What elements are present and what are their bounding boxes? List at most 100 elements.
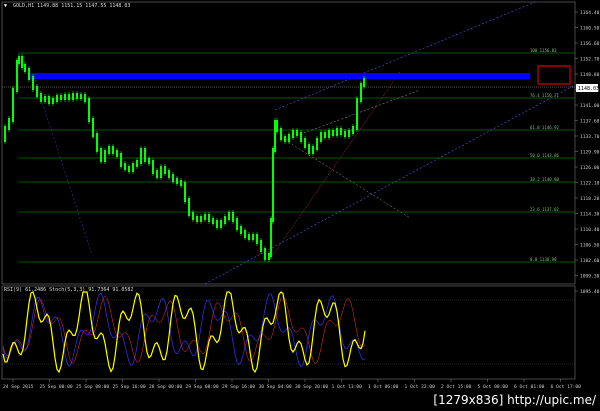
candle-body	[176, 178, 178, 184]
candle-body	[96, 133, 98, 152]
price-tick-label: 1102.60	[580, 258, 600, 264]
candle-body	[260, 240, 262, 252]
candle-body	[116, 150, 118, 157]
candle-body	[272, 148, 274, 222]
candle-body	[244, 230, 246, 238]
candle-body	[360, 83, 362, 102]
candle-body	[48, 96, 50, 104]
candle-body	[100, 148, 102, 162]
candle-body	[192, 212, 194, 220]
current-price-label: 1148.03	[578, 86, 599, 92]
price-tick-label: 1110.40	[580, 227, 600, 233]
candle-body	[52, 98, 54, 104]
candle-body	[264, 248, 266, 260]
candle-body	[228, 212, 230, 220]
candle-body	[240, 226, 242, 234]
price-axis: 1164.401160.501156.601152.701148.801144.…	[575, 10, 600, 295]
price-tick-label: 1133.70	[580, 134, 600, 140]
candle-body	[332, 130, 334, 136]
candle-body	[132, 163, 134, 172]
price-tick-label: 1148.80	[580, 72, 600, 78]
time-tick-label: 30 Sep 04:00	[259, 384, 292, 390]
candle-body	[296, 130, 298, 136]
time-tick-label: 25 Sep 08:00	[76, 384, 109, 390]
candle-body	[292, 130, 294, 138]
fib-level-label: 23.6 1137.02	[530, 207, 559, 212]
price-tick-label: 1137.60	[580, 119, 600, 125]
indicator-series	[2, 291, 575, 374]
time-tick-label: 29 Sep 08:00	[186, 384, 219, 390]
candle-body	[40, 93, 42, 102]
fib-level-label: 38.2 1140.80	[530, 177, 559, 182]
price-tick-label: 1106.50	[580, 243, 600, 249]
symbol-label: GOLD,H1	[13, 3, 35, 9]
time-tick-label: 6 Oct 17:00	[551, 384, 582, 390]
time-tick-label: 25 Sep 00:00	[40, 384, 73, 390]
fib-level-label: 100 1156.83	[530, 48, 557, 53]
candle-body	[18, 56, 20, 64]
candle-body	[220, 220, 222, 228]
candle-body	[92, 118, 94, 137]
chart-canvas[interactable]: 100 1156.8376.4 1150.7161.8 1146.9250.0 …	[0, 0, 600, 411]
channel-line-upper[interactable]	[274, 1, 536, 111]
candle-body	[104, 150, 106, 162]
candle-body	[300, 132, 302, 142]
candle-body	[21, 56, 23, 68]
main-chart-frame	[1, 1, 576, 285]
resistance-band[interactable]	[30, 73, 530, 79]
descending-trend-line[interactable]	[34, 79, 93, 256]
candle-body	[236, 218, 238, 230]
candle-body	[44, 96, 46, 102]
price-tick-label: 1118.20	[580, 196, 600, 202]
candle-body	[232, 212, 234, 222]
candle-body	[152, 160, 154, 174]
time-tick-label: 5 Oct 08:00	[478, 384, 509, 390]
candle-body	[308, 144, 310, 154]
candle-body	[356, 98, 358, 130]
time-tick-label: 1 Oct 13:00	[332, 384, 363, 390]
candle-body	[24, 64, 26, 72]
candle-body	[274, 120, 276, 152]
highlight-box[interactable]	[537, 65, 571, 85]
candle-body	[76, 93, 78, 99]
dropdown-triangle-icon[interactable]: ▼	[4, 3, 7, 9]
candle-body	[336, 128, 338, 136]
chart-header: ▼ GOLD,H1 1149.88 1151.15 1147.55 1148.0…	[4, 3, 130, 9]
candle-body	[84, 94, 86, 102]
candle-body	[180, 180, 182, 186]
time-tick-label: 6 Oct 01:00	[514, 384, 545, 390]
candle-body	[304, 138, 306, 148]
candle-body	[128, 166, 130, 172]
candle-body	[348, 130, 350, 137]
price-tick-label: 1152.70	[580, 57, 600, 63]
candle-body	[184, 182, 186, 202]
ohlc-label: 1149.88 1151.15 1147.55 1148.03	[37, 3, 131, 9]
price-tick-label: 1095.40	[580, 289, 600, 295]
candle-body	[268, 253, 270, 260]
candle-body	[28, 68, 30, 80]
candle-body	[256, 234, 258, 244]
candle-body	[168, 170, 170, 178]
candle-body	[136, 160, 138, 167]
fib-level-label: 61.8 1146.92	[530, 125, 559, 130]
candle-body	[140, 148, 142, 164]
candle-body	[212, 218, 214, 224]
candle-body	[344, 131, 346, 137]
candle-body	[156, 170, 158, 178]
candle-body	[252, 234, 254, 240]
channel-line-lower[interactable]	[204, 84, 576, 285]
candle-body	[276, 120, 278, 132]
candle-body	[248, 234, 250, 240]
candle-body	[80, 94, 82, 99]
candle-body	[204, 214, 206, 220]
short-channel-diag[interactable]	[284, 139, 411, 219]
red-trend-line[interactable]	[267, 71, 401, 263]
price-tick-label: 1122.10	[580, 181, 600, 187]
candle-body	[320, 132, 322, 142]
time-tick-label: 24 Sep 2015	[3, 384, 34, 390]
candle-body	[316, 138, 318, 150]
candle-body	[64, 94, 66, 100]
price-tick-label: 1160.50	[580, 26, 600, 32]
price-tick-label: 1114.30	[580, 212, 600, 218]
time-tick-label: 30 Sep 20:00	[295, 384, 328, 390]
